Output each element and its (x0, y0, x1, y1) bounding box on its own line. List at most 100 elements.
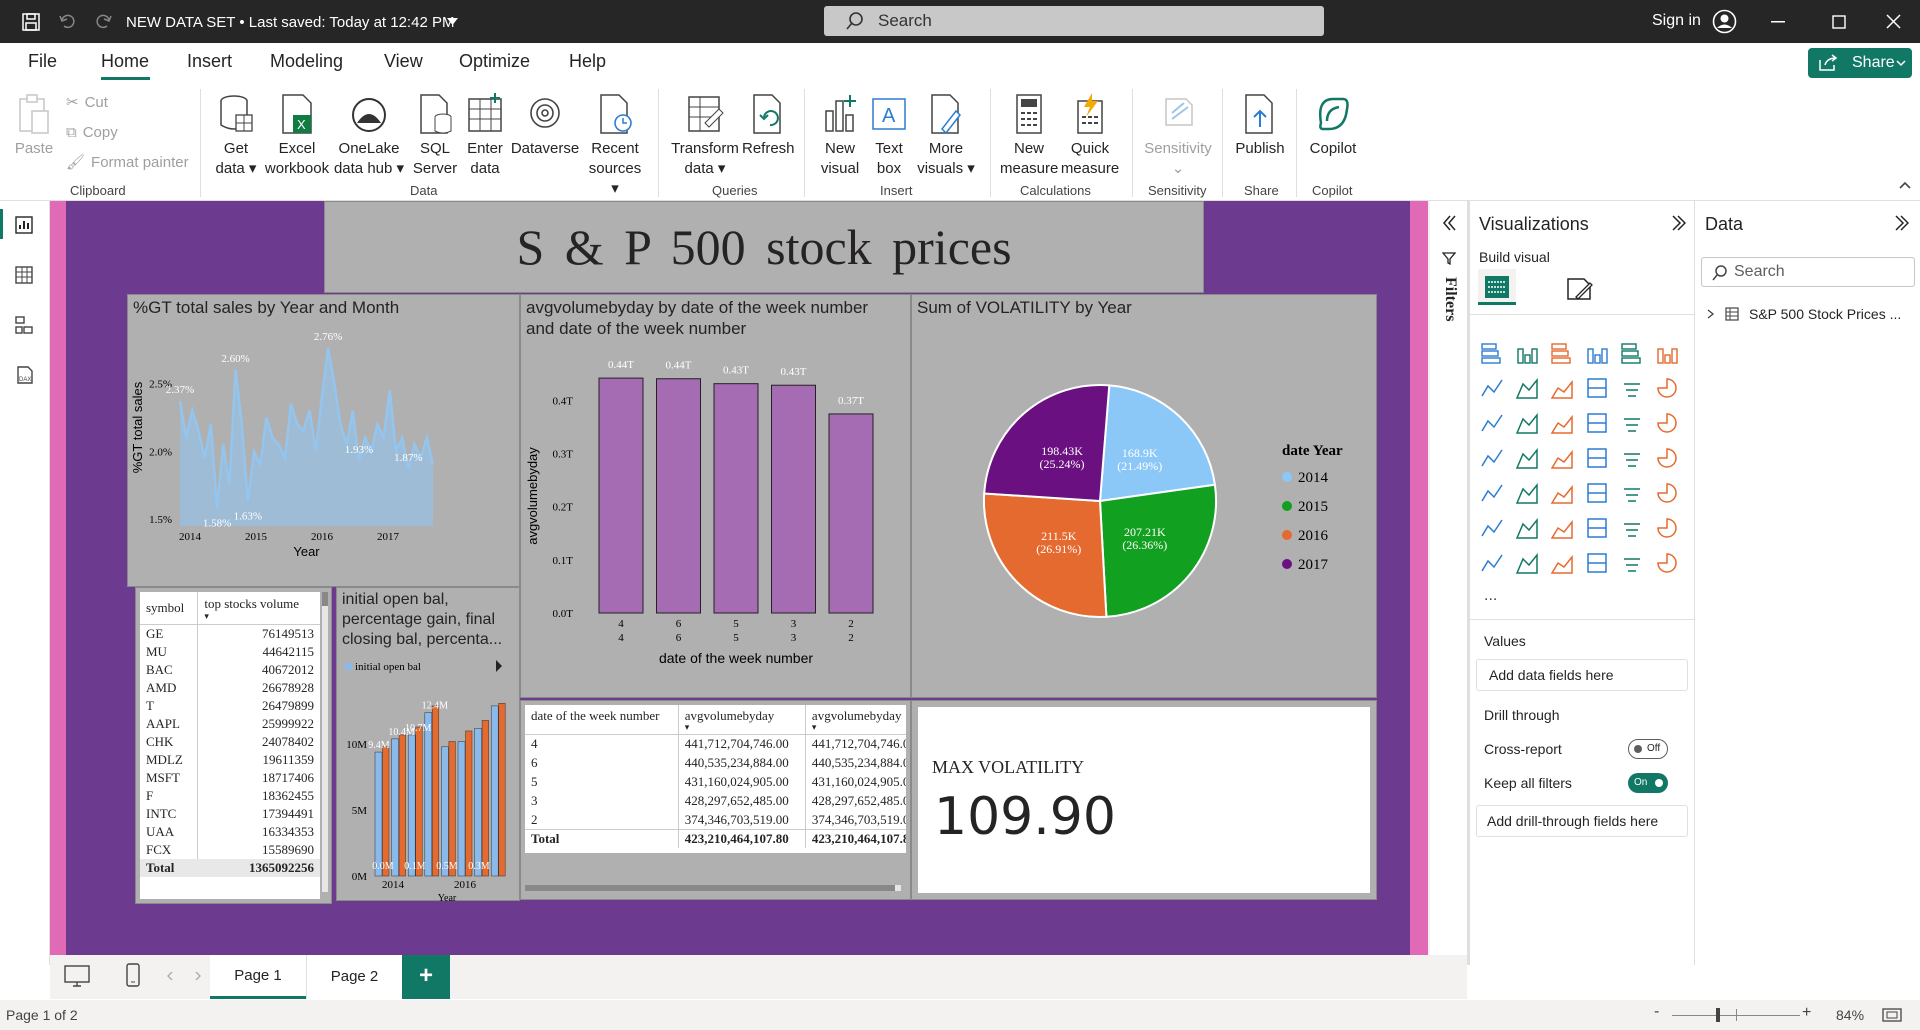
fit-to-page-icon[interactable] (1882, 1008, 1902, 1022)
stacked-column-visual-icon[interactable] (1515, 341, 1539, 365)
new-measure-button[interactable]: New measure (1000, 93, 1058, 179)
redo-icon[interactable] (95, 12, 113, 30)
stocks-table-scrollbar[interactable] (322, 592, 328, 892)
tab-help[interactable]: Help (569, 51, 606, 72)
python-visual-icon[interactable] (1480, 516, 1504, 540)
power-automate-visual-icon[interactable] (1655, 551, 1679, 575)
table-visual-icon[interactable] (1585, 481, 1609, 505)
funnel-visual-icon[interactable] (1550, 411, 1574, 435)
cross-report-toggle[interactable]: Off (1628, 739, 1668, 759)
area-visual-icon[interactable] (1515, 376, 1539, 400)
model-view-icon[interactable] (14, 315, 34, 335)
scroll-right-icon[interactable] (194, 971, 202, 981)
ribbon-visual-icon[interactable] (1480, 411, 1504, 435)
data-table-item[interactable]: S&P 500 Stock Prices ... (1707, 303, 1917, 325)
100-stacked-bar-visual-icon[interactable] (1620, 341, 1644, 365)
page-tab-1[interactable]: Page 1 (210, 955, 306, 999)
map-visual-icon[interactable] (1515, 446, 1539, 470)
recent-sources-button[interactable]: Recent sources ▾ (584, 93, 646, 199)
new-visual-button[interactable]: New visual (814, 93, 866, 179)
week-table-scrollbar[interactable] (525, 885, 901, 891)
100-stacked-area-visual-icon[interactable] (1585, 376, 1609, 400)
enter-data-button[interactable]: Enter data (460, 93, 510, 179)
matrix-visual-icon[interactable] (1620, 481, 1644, 505)
scroll-left-icon[interactable] (166, 971, 174, 981)
drill-through-well[interactable]: Add drill-through fields here (1476, 805, 1688, 837)
azure-map-visual-icon[interactable] (1585, 446, 1609, 470)
values-well[interactable]: Add data fields here (1476, 659, 1688, 691)
tab-insert[interactable]: Insert (187, 51, 232, 72)
close-icon[interactable] (1886, 14, 1901, 29)
report-view-icon[interactable] (14, 215, 34, 235)
collapse-visualizations-icon[interactable] (1670, 215, 1686, 231)
publish-button[interactable]: Publish (1232, 93, 1288, 159)
column-header[interactable]: date of the week number (525, 705, 679, 735)
desktop-layout-icon[interactable] (64, 965, 90, 987)
card-visual-icon[interactable] (1655, 446, 1679, 470)
transform-data-button[interactable]: Transform data ▾ (668, 93, 742, 179)
zoom-slider-thumb[interactable] (1716, 1008, 1720, 1022)
stacked-bar-visual-icon[interactable] (1480, 341, 1504, 365)
search-box[interactable]: Search (824, 6, 1324, 36)
add-page-button[interactable]: + (402, 955, 450, 999)
line-chart-visual[interactable]: %GT total sales by Year and Month 1.5% 2.… (127, 294, 520, 587)
onelake-data-hub-button[interactable]: OneLake data hub ▾ (332, 93, 406, 179)
paginated-visual-icon[interactable] (1480, 551, 1504, 575)
collapse-data-icon[interactable] (1893, 215, 1909, 231)
minimize-icon[interactable] (1771, 21, 1785, 23)
slicer-visual-icon[interactable] (1550, 481, 1574, 505)
treemap-visual-icon[interactable] (1480, 446, 1504, 470)
page-tab-2[interactable]: Page 2 (306, 955, 402, 999)
chevron-down-icon[interactable] (447, 18, 458, 26)
more-visuals-ellipsis[interactable]: ... (1484, 587, 1497, 605)
tab-modeling[interactable]: Modeling (270, 51, 343, 72)
paste-button[interactable]: Paste (12, 93, 56, 159)
mobile-layout-icon[interactable] (126, 963, 140, 987)
pie-chart-visual[interactable]: Sum of VOLATILITY by Year 168.9K (21.49%)… (911, 294, 1377, 698)
qa-visual-icon[interactable] (1585, 516, 1609, 540)
new-slicer-visual-icon[interactable] (1585, 551, 1609, 575)
decomposition-tree-visual-icon[interactable] (1550, 516, 1574, 540)
document-title[interactable]: NEW DATA SET • Last saved: Today at 12:4… (126, 1, 454, 44)
tab-home[interactable]: Home (101, 51, 149, 72)
multi-row-card-visual-icon[interactable] (1480, 481, 1504, 505)
zoom-in-button[interactable]: + (1802, 1004, 1811, 1022)
sql-server-button[interactable]: SQL Server (410, 93, 460, 179)
gauge-visual-icon[interactable] (1620, 446, 1644, 470)
excel-workbook-button[interactable]: X Excel workbook (262, 93, 332, 179)
sensitivity-button[interactable]: Sensitivity ⌄ (1140, 93, 1216, 179)
build-visual-tab[interactable] (1478, 269, 1516, 305)
get-data-button[interactable]: Get data ▾ (210, 93, 262, 179)
donut-visual-icon[interactable] (1655, 411, 1679, 435)
r-script-visual-icon[interactable] (1655, 481, 1679, 505)
cut-button[interactable]: ✂ Cut (66, 93, 108, 113)
dataverse-button[interactable]: Dataverse (510, 93, 580, 159)
refresh-button[interactable]: Refresh (742, 93, 795, 159)
tab-file[interactable]: File (28, 51, 57, 72)
kpi-visual-icon[interactable] (1515, 481, 1539, 505)
copy-button[interactable]: ⧉ Copy (66, 123, 118, 143)
share-button[interactable]: Share (1808, 48, 1912, 78)
tab-optimize[interactable]: Optimize (459, 51, 530, 72)
column-header[interactable]: avgvolumebyday ▾ (804, 705, 906, 735)
zoom-level[interactable]: 84% (1836, 1007, 1864, 1023)
text-box-button[interactable]: A Text box (866, 93, 912, 179)
clustered-column-visual-icon[interactable] (1585, 341, 1609, 365)
line-stacked-column-visual-icon[interactable] (1620, 376, 1644, 400)
tab-view[interactable]: View (384, 51, 423, 72)
dax-query-view-icon[interactable]: DAX (14, 365, 34, 385)
column-header[interactable]: top stocks volume ▾ (197, 592, 320, 625)
zoom-out-button[interactable]: - (1654, 1003, 1659, 1021)
filters-pane-collapsed[interactable]: Filters (1430, 201, 1468, 965)
column-header[interactable]: avgvolumebyday ▾ (677, 705, 806, 735)
report-title-box[interactable]: S & P 500 stock prices (324, 201, 1204, 293)
trophy-visual-icon[interactable] (1655, 516, 1679, 540)
maximize-icon[interactable] (1832, 15, 1846, 29)
line-clustered-column-visual-icon[interactable] (1655, 376, 1679, 400)
format-painter-button[interactable]: 🖌 Format painter (66, 153, 189, 173)
week-table-visual[interactable]: date of the week number avgvolumebyday ▾ av… (520, 700, 911, 900)
pie-visual-icon[interactable] (1620, 411, 1644, 435)
new-card-visual-icon[interactable] (1550, 551, 1574, 575)
filled-map-visual-icon[interactable] (1550, 446, 1574, 470)
collapse-ribbon-icon[interactable] (1899, 181, 1911, 189)
